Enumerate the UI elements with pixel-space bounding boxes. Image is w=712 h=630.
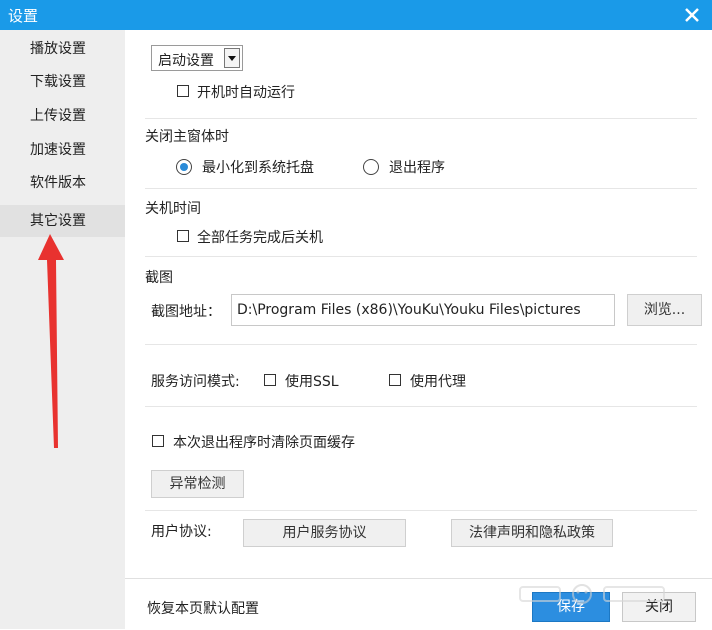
shutdown-heading: 关机时间: [145, 201, 201, 217]
close-main-heading: 关闭主窗体时: [145, 129, 229, 145]
exit-label: 退出程序: [389, 160, 445, 176]
sidebar-item-download[interactable]: 下载设置: [0, 66, 125, 98]
anomaly-detect-button[interactable]: 异常检测: [151, 470, 244, 498]
screenshot-heading: 截图: [145, 270, 173, 286]
browse-button[interactable]: 浏览...: [627, 294, 702, 326]
sidebar-item-acceleration[interactable]: 加速设置: [0, 134, 125, 166]
title-bar: 设置: [0, 0, 712, 30]
screenshot-path-input[interactable]: [231, 294, 615, 326]
close-button[interactable]: 关闭: [622, 592, 696, 622]
sidebar-item-upload[interactable]: 上传设置: [0, 100, 125, 132]
sidebar-item-playback[interactable]: 播放设置: [0, 33, 125, 65]
autorun-label: 开机时自动运行: [197, 85, 295, 101]
restore-defaults-link[interactable]: 恢复本页默认配置: [147, 598, 259, 618]
agreements-label: 用户协议:: [151, 524, 212, 540]
clear-cache-label: 本次退出程序时清除页面缓存: [173, 435, 355, 451]
divider: [145, 344, 697, 345]
screenshot-path-label: 截图地址：: [151, 304, 221, 320]
settings-panel: 启动设置 开机时自动运行 关闭主窗体时 最小化到系统托盘 退出程序 关机时间 全…: [125, 30, 712, 630]
window-close-button[interactable]: [680, 3, 704, 27]
window-title: 设置: [8, 7, 39, 25]
autorun-checkbox[interactable]: [177, 85, 189, 97]
startup-dropdown-value: 启动设置: [158, 53, 214, 69]
clear-cache-checkbox[interactable]: [152, 435, 164, 447]
save-button[interactable]: 保存: [532, 592, 610, 622]
proxy-checkbox[interactable]: [389, 374, 401, 386]
exit-radio[interactable]: [363, 159, 379, 175]
footer: 恢复本页默认配置 保存 关闭: [125, 578, 712, 630]
minimize-label: 最小化到系统托盘: [202, 160, 314, 176]
minimize-radio[interactable]: [176, 159, 192, 175]
user-service-agreement-button[interactable]: 用户服务协议: [243, 519, 406, 547]
startup-dropdown[interactable]: 启动设置: [151, 45, 243, 71]
sidebar: 播放设置 下载设置 上传设置 加速设置 软件版本 其它设置: [0, 30, 125, 629]
shutdown-label: 全部任务完成后关机: [197, 230, 323, 246]
divider: [145, 118, 697, 119]
sidebar-item-other[interactable]: 其它设置: [0, 205, 125, 237]
service-mode-label: 服务访问模式:: [151, 374, 240, 390]
legal-privacy-button[interactable]: 法律声明和隐私政策: [451, 519, 613, 547]
divider: [145, 256, 697, 257]
ssl-label: 使用SSL: [285, 374, 339, 390]
close-icon: [685, 8, 699, 22]
ssl-checkbox[interactable]: [264, 374, 276, 386]
divider: [145, 188, 697, 189]
divider: [145, 510, 697, 511]
sidebar-item-version[interactable]: 软件版本: [0, 167, 125, 199]
shutdown-checkbox[interactable]: [177, 230, 189, 242]
proxy-label: 使用代理: [410, 374, 466, 390]
divider: [145, 406, 697, 407]
chevron-down-icon[interactable]: [224, 48, 240, 68]
